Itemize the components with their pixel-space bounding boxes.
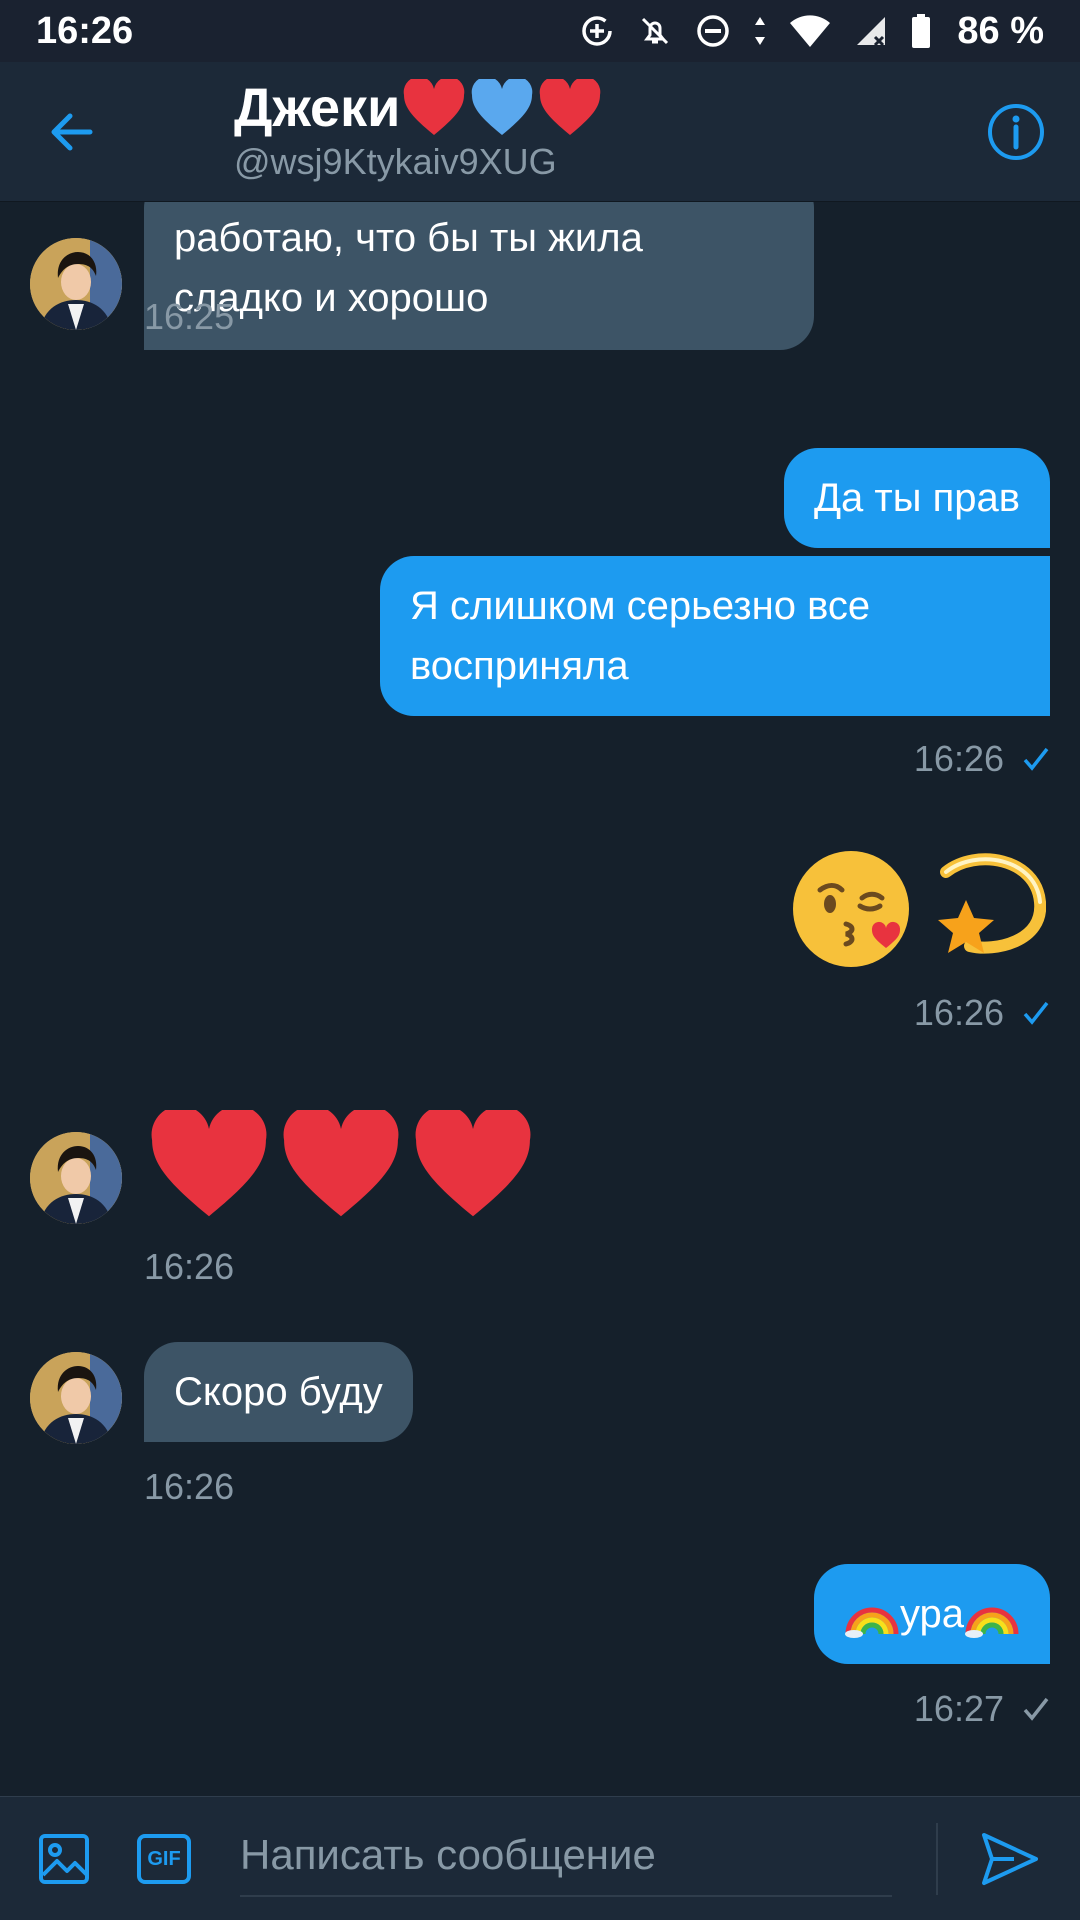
message-timestamp: 16:27 xyxy=(914,1688,1050,1730)
contact-avatar[interactable] xyxy=(30,238,122,330)
avatar-photo xyxy=(30,1352,122,1444)
notifications-off-icon xyxy=(637,13,673,49)
message-text: Да ты прав xyxy=(813,476,1020,520)
dizzy-star-emoji xyxy=(938,853,1046,954)
message-timestamp: 16:26 xyxy=(144,1466,235,1507)
kissing-face-wink-emoji xyxy=(793,851,909,967)
info-icon xyxy=(988,104,1044,160)
arrow-left-icon xyxy=(51,113,93,151)
status-bar: 16:26 86 % xyxy=(0,0,1080,62)
message-bubble-outgoing[interactable]: Я слишком серьезно все восприняла xyxy=(380,556,1050,716)
message-timestamp: 16:26 xyxy=(144,1246,235,1287)
message-emoji-outgoing[interactable] xyxy=(790,848,1046,970)
cell-signal-icon xyxy=(853,13,889,49)
message-text: Скоро буду xyxy=(174,1370,383,1414)
wifi-icon xyxy=(789,13,831,49)
message-composer: GIF xyxy=(0,1796,1080,1920)
battery-icon xyxy=(911,13,931,49)
message-bubble-incoming[interactable]: Скоро буду xyxy=(144,1342,413,1442)
checkmark-sent-icon xyxy=(1023,747,1049,771)
conversation-title-block[interactable]: Джеки @wsj9Ktykaiv9XUG xyxy=(234,76,602,184)
message-timestamp: 16:26 xyxy=(914,992,1050,1034)
message-bubble-incoming[interactable]: работаю, что бы ты жила сладко и хорошо xyxy=(144,202,814,350)
red-heart-emoji xyxy=(415,1110,531,1217)
message-text-line: Я слишком серьезно все xyxy=(410,584,871,628)
dm-conversation-screen: 16:26 86 % Джеки @wsj9Ktykaiv9XUG работа… xyxy=(0,0,1080,1920)
data-saver-icon xyxy=(579,13,615,49)
message-text-line: восприняла xyxy=(410,644,629,688)
status-icons: 86 % xyxy=(579,10,1044,53)
rainbow-emoji xyxy=(965,1607,1019,1638)
message-emoji-incoming[interactable] xyxy=(148,1110,534,1220)
message-list[interactable]: работаю, что бы ты жила сладко и хорошо … xyxy=(0,202,1080,1796)
message-text-line: работаю, что бы ты жила xyxy=(174,216,643,260)
do-not-disturb-icon xyxy=(695,13,731,49)
message-timestamp: 16:26 xyxy=(914,738,1050,780)
conversation-info-button[interactable] xyxy=(986,102,1046,162)
contact-avatar[interactable] xyxy=(30,1352,122,1444)
add-gif-button[interactable]: GIF xyxy=(136,1833,192,1885)
blue-heart-icon xyxy=(472,79,533,135)
message-bubble-outgoing[interactable]: ура xyxy=(813,1564,1050,1664)
contact-handle: @wsj9Ktykaiv9XUG xyxy=(234,141,557,182)
avatar-photo xyxy=(30,238,122,330)
contact-name: Джеки xyxy=(234,78,401,138)
back-button[interactable] xyxy=(44,104,100,160)
conversation-header: Джеки @wsj9Ktykaiv9XUG xyxy=(0,62,1080,202)
send-icon xyxy=(982,1833,1038,1885)
add-photo-button[interactable] xyxy=(38,1833,90,1885)
checkmark-delivered-icon xyxy=(1023,1697,1049,1721)
red-heart-emoji xyxy=(151,1110,267,1217)
rainbow-emoji xyxy=(844,1607,899,1638)
send-button[interactable] xyxy=(980,1831,1040,1887)
battery-percent: 86 % xyxy=(957,9,1044,52)
contact-name-emojis xyxy=(402,79,602,137)
message-text: ура xyxy=(899,1592,964,1636)
gif-label: GIF xyxy=(147,1848,181,1870)
status-time: 16:26 xyxy=(36,9,134,52)
data-transfer-icon xyxy=(753,13,767,49)
message-input[interactable] xyxy=(240,1815,892,1897)
avatar-photo xyxy=(30,1132,122,1224)
red-heart-icon xyxy=(404,79,465,135)
contact-name-row: Джеки xyxy=(234,76,602,140)
checkmark-sent-icon xyxy=(1023,1001,1049,1025)
red-heart-emoji xyxy=(283,1110,399,1217)
contact-avatar[interactable] xyxy=(30,1132,122,1224)
message-bubble-outgoing[interactable]: Да ты прав xyxy=(783,448,1050,548)
image-icon xyxy=(39,1834,89,1884)
composer-divider xyxy=(936,1823,938,1895)
message-timestamp: 16:25 xyxy=(144,296,235,337)
message-text-line: сладко и хорошо xyxy=(174,276,489,320)
red-heart-icon xyxy=(540,79,601,135)
